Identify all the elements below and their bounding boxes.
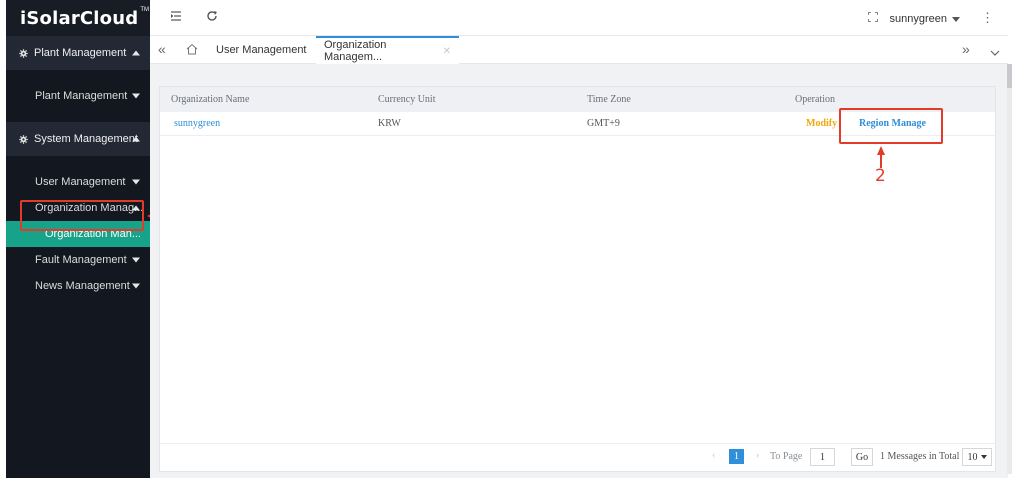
gear-icon (19, 48, 28, 58)
region-manage-button[interactable]: Region Manage (859, 118, 926, 129)
main-content: Organization Name Currency Unit Time Zon… (150, 64, 1008, 478)
refresh-icon[interactable] (206, 10, 218, 24)
caret-down-icon (952, 16, 960, 22)
gear-icon (19, 134, 28, 144)
brand-name: iSolarCloud (20, 7, 139, 29)
page-size-select[interactable]: 10 (962, 448, 992, 466)
modify-button[interactable]: Modify (806, 118, 837, 129)
page-jump-input[interactable]: 1 (810, 448, 835, 466)
annotation-arrow-2 (876, 146, 886, 168)
caret-up-icon (132, 136, 140, 142)
top-bar: sunnygreen ⋮ (150, 0, 1008, 36)
annotation-number-2: 2 (875, 166, 886, 186)
brand-logo[interactable]: iSolarCloud TM (6, 0, 150, 36)
tab-organization-management[interactable]: Organization Managem... ✕ (316, 36, 459, 64)
brand-trademark: TM (140, 7, 150, 13)
page-number-current[interactable]: 1 (729, 449, 744, 464)
scrollbar-thumb[interactable] (1007, 64, 1012, 88)
caret-down-icon (132, 283, 140, 289)
time-zone-value: GMT+9 (587, 118, 620, 129)
pagination: ‹ 1 › To Page 1 Go 1 Messages in Total 1… (160, 443, 995, 471)
table-header: Organization Name Currency Unit Time Zon… (160, 87, 995, 112)
next-page-icon[interactable]: › (756, 450, 759, 461)
username: sunnygreen (889, 13, 948, 25)
home-icon[interactable] (186, 43, 198, 55)
tab-bar: « User Management ✕ Organization Managem… (150, 36, 1008, 64)
sidebar-item-user-management[interactable]: User Management (6, 169, 150, 195)
tabs-scroll-left-icon[interactable]: « (158, 41, 166, 57)
prev-page-icon[interactable]: ‹ (712, 450, 715, 461)
sidebar-group-label: System Management (34, 133, 138, 145)
close-icon[interactable]: ✕ (443, 46, 451, 57)
sidebar-item-plant-management[interactable]: Plant Management (6, 83, 150, 109)
tab-label: User Management (216, 44, 307, 56)
menu-spacer (6, 156, 150, 169)
sidebar-item-label: Fault Management (35, 254, 127, 266)
more-options-icon[interactable]: ⋮ (981, 10, 994, 26)
caret-down-icon (132, 179, 140, 185)
menu-spacer (6, 70, 150, 83)
caret-down-icon (980, 455, 987, 459)
sidebar-item-fault-management[interactable]: Fault Management (6, 247, 150, 273)
sidebar-item-label: Plant Management (35, 90, 128, 102)
caret-up-icon (132, 205, 140, 211)
organization-name-link[interactable]: sunnygreen (174, 118, 220, 129)
total-messages: 1 Messages in Total (880, 451, 960, 462)
to-page-label: To Page (770, 451, 803, 462)
user-menu[interactable]: sunnygreen (889, 13, 960, 25)
tabs-scroll-right-icon[interactable]: » (962, 41, 970, 57)
sidebar-item-label: Organization Man... (45, 228, 141, 240)
fullscreen-icon[interactable] (868, 10, 878, 24)
sidebar: iSolarCloud TM Plant Management Plant Ma… (6, 0, 150, 478)
caret-up-icon (132, 50, 140, 56)
caret-down-icon (132, 257, 140, 263)
column-header-time-zone: Time Zone (587, 94, 631, 105)
go-button[interactable]: Go (851, 448, 873, 466)
table-row: sunnygreen KRW GMT+9 Modify Region Manag… (160, 112, 995, 136)
organization-table-panel: Organization Name Currency Unit Time Zon… (159, 86, 996, 472)
menu-spacer (6, 109, 150, 122)
sidebar-item-label: User Management (35, 176, 126, 188)
currency-unit-value: KRW (378, 118, 401, 129)
tab-user-management[interactable]: User Management ✕ (216, 36, 326, 64)
sidebar-group-label: Plant Management (34, 47, 127, 59)
menu-collapse-icon[interactable] (170, 10, 182, 24)
sidebar-item-label: Organization Manag... (35, 202, 144, 214)
sidebar-item-news-management[interactable]: News Management (6, 273, 150, 299)
caret-down-icon (132, 93, 140, 99)
column-header-currency-unit: Currency Unit (378, 94, 436, 105)
sidebar-item-organization-management[interactable]: Organization Manag... (6, 195, 150, 221)
column-header-organization-name: Organization Name (171, 94, 250, 105)
scrollbar-track[interactable] (1007, 64, 1012, 474)
column-header-operation: Operation (795, 94, 835, 105)
chevron-down-icon[interactable] (990, 44, 1000, 60)
tab-label: Organization Managem... (324, 39, 387, 63)
sidebar-group-system-management[interactable]: System Management (6, 122, 150, 156)
sidebar-item-label: News Management (35, 280, 130, 292)
page-size-value: 10 (967, 451, 978, 463)
sidebar-item-organization-management-active[interactable]: Organization Man... (6, 221, 150, 247)
sidebar-group-plant-management[interactable]: Plant Management (6, 36, 150, 70)
